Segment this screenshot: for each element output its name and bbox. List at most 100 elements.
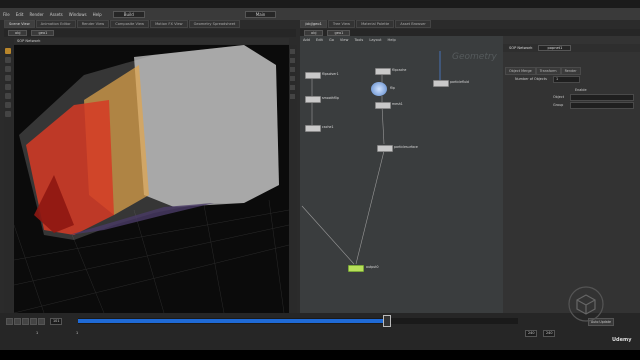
timeline-playhead[interactable]	[383, 315, 391, 327]
end-frame-field[interactable]: 240	[543, 330, 556, 337]
display-icon-2[interactable]	[290, 58, 295, 63]
node-flipsolver1[interactable]	[305, 72, 321, 79]
play-icon[interactable]	[30, 318, 37, 325]
tab-transform[interactable]: Transform	[535, 67, 561, 75]
num-objects-value: 1	[556, 77, 559, 81]
network-menu: Add Edit Go View Tools Layout Help	[300, 38, 503, 45]
node-label: mesh1	[392, 102, 403, 106]
net-menu-help[interactable]: Help	[385, 38, 399, 45]
tab-material-palette[interactable]: Material Palette	[356, 20, 395, 28]
menu-bar: File Edit Render Assets Windows Help Bui…	[0, 8, 640, 20]
display-icon-4[interactable]	[290, 76, 295, 81]
parameter-tabs: Object Merge Transform Render	[505, 67, 581, 75]
tab-render-view[interactable]: Render View	[76, 20, 110, 28]
node-label: smoothflip	[322, 96, 339, 100]
parameter-header: SOP Network popnet1	[503, 44, 640, 52]
display-icon-1[interactable]	[290, 49, 295, 54]
tab-render[interactable]: Render	[560, 67, 581, 75]
tab-asset-browser[interactable]: Asset Browser	[395, 20, 431, 28]
step-forward-icon[interactable]	[38, 318, 45, 325]
path-node[interactable]: geo1	[31, 30, 55, 36]
display-icon-6[interactable]	[290, 94, 295, 99]
net-menu-edit[interactable]: Edit	[313, 38, 326, 45]
tab-composite-view[interactable]: Composite View	[110, 20, 150, 28]
handle-tool-icon[interactable]	[5, 84, 11, 90]
desktop-select[interactable]: Build	[112, 10, 145, 18]
net-menu-tools[interactable]: Tools	[351, 38, 366, 45]
node-particlesurface[interactable]	[377, 145, 393, 152]
node-label: particlesurface	[394, 145, 418, 149]
menu-file[interactable]: File	[0, 12, 13, 17]
parameter-node-name[interactable]: popnet1	[538, 45, 572, 51]
node-label: flipsolver1	[322, 72, 339, 76]
network-context-label: Geometry	[452, 52, 497, 62]
network-editor[interactable]	[300, 36, 503, 313]
udemy-brand: Udemy	[612, 337, 632, 343]
enable-label: Enable	[575, 88, 587, 92]
scale-tool-icon[interactable]	[5, 75, 11, 81]
node-output0[interactable]	[348, 265, 364, 272]
stop-icon[interactable]	[22, 318, 29, 325]
scene-viewport[interactable]	[14, 45, 289, 313]
timeline-progress	[78, 319, 386, 323]
net-menu-go[interactable]: Go	[326, 38, 337, 45]
select-tool-icon[interactable]	[5, 48, 11, 54]
start-frame: 1	[36, 331, 39, 335]
rotate-tool-icon[interactable]	[5, 66, 11, 72]
tab-tree-view[interactable]: Tree View	[327, 20, 356, 28]
menu-edit[interactable]: Edit	[13, 12, 27, 17]
viewport-tool-column	[4, 45, 13, 313]
letterbox-bottom	[0, 350, 640, 360]
menu-windows[interactable]: Windows	[66, 12, 90, 17]
node-label: particlefluid	[450, 80, 469, 84]
tab-animation-editor[interactable]: Animation Editor	[35, 20, 76, 28]
net-menu-add[interactable]: Add	[300, 38, 313, 45]
net-menu-layout[interactable]: Layout	[366, 38, 384, 45]
range-end-field[interactable]: 240	[525, 330, 538, 337]
range-start: 1	[76, 331, 79, 335]
node-label: flipcache	[392, 68, 407, 72]
tab-scene-view[interactable]: Scene View	[4, 20, 35, 28]
node-mesh1[interactable]	[375, 102, 391, 109]
node-flipcache[interactable]	[375, 68, 391, 75]
node-flip[interactable]	[371, 82, 387, 96]
group-label: Group	[553, 103, 564, 107]
object-label: Object	[553, 95, 565, 99]
menu-help[interactable]: Help	[90, 12, 105, 17]
net-menu-view[interactable]: View	[337, 38, 352, 45]
node-cache1[interactable]	[305, 125, 321, 132]
tab-geometry-spreadsheet[interactable]: Geometry Spreadsheet	[188, 20, 241, 28]
node-particlefluid[interactable]	[433, 80, 449, 87]
snap-tool-icon[interactable]	[5, 111, 11, 117]
node-label: output0	[366, 265, 379, 269]
menu-assets[interactable]: Assets	[47, 12, 66, 17]
pose-tool-icon[interactable]	[5, 102, 11, 108]
num-objects-label: Number of Objects	[515, 77, 547, 81]
right-pane-tabs: /obj/geo1 Tree View Material Palette Ass…	[300, 20, 432, 28]
object-field[interactable]	[570, 94, 634, 101]
step-back-icon[interactable]	[14, 318, 21, 325]
display-icon-3[interactable]	[290, 67, 295, 72]
current-frame-field[interactable]: 101	[50, 318, 63, 325]
course-logo-icon	[568, 286, 604, 322]
display-icon-5[interactable]	[290, 85, 295, 90]
group-field[interactable]	[570, 102, 634, 109]
num-objects-field[interactable]: 1	[553, 76, 580, 83]
node-smoothflip[interactable]	[305, 96, 321, 103]
tab-motion-fx-view[interactable]: Motion FX View	[150, 20, 188, 28]
tab-object-merge[interactable]: Object Merge	[505, 67, 536, 75]
view-tool-icon[interactable]	[5, 93, 11, 99]
viewport-render	[14, 45, 289, 313]
shelf-select[interactable]: Main	[244, 10, 277, 18]
title-strip	[0, 0, 640, 8]
viewport-display-column	[289, 45, 297, 313]
move-tool-icon[interactable]	[5, 57, 11, 63]
tab-network[interactable]: /obj/geo1	[300, 20, 327, 28]
play-back-icon[interactable]	[6, 318, 13, 325]
menu-render[interactable]: Render	[26, 12, 46, 17]
path-net[interactable]: obj	[8, 30, 28, 36]
parameter-type: SOP Network	[509, 46, 533, 50]
left-pane-tabs: Scene View Animation Editor Render View …	[4, 20, 241, 28]
left-path-bar: obj geo1	[4, 29, 296, 37]
node-wires	[301, 51, 441, 265]
